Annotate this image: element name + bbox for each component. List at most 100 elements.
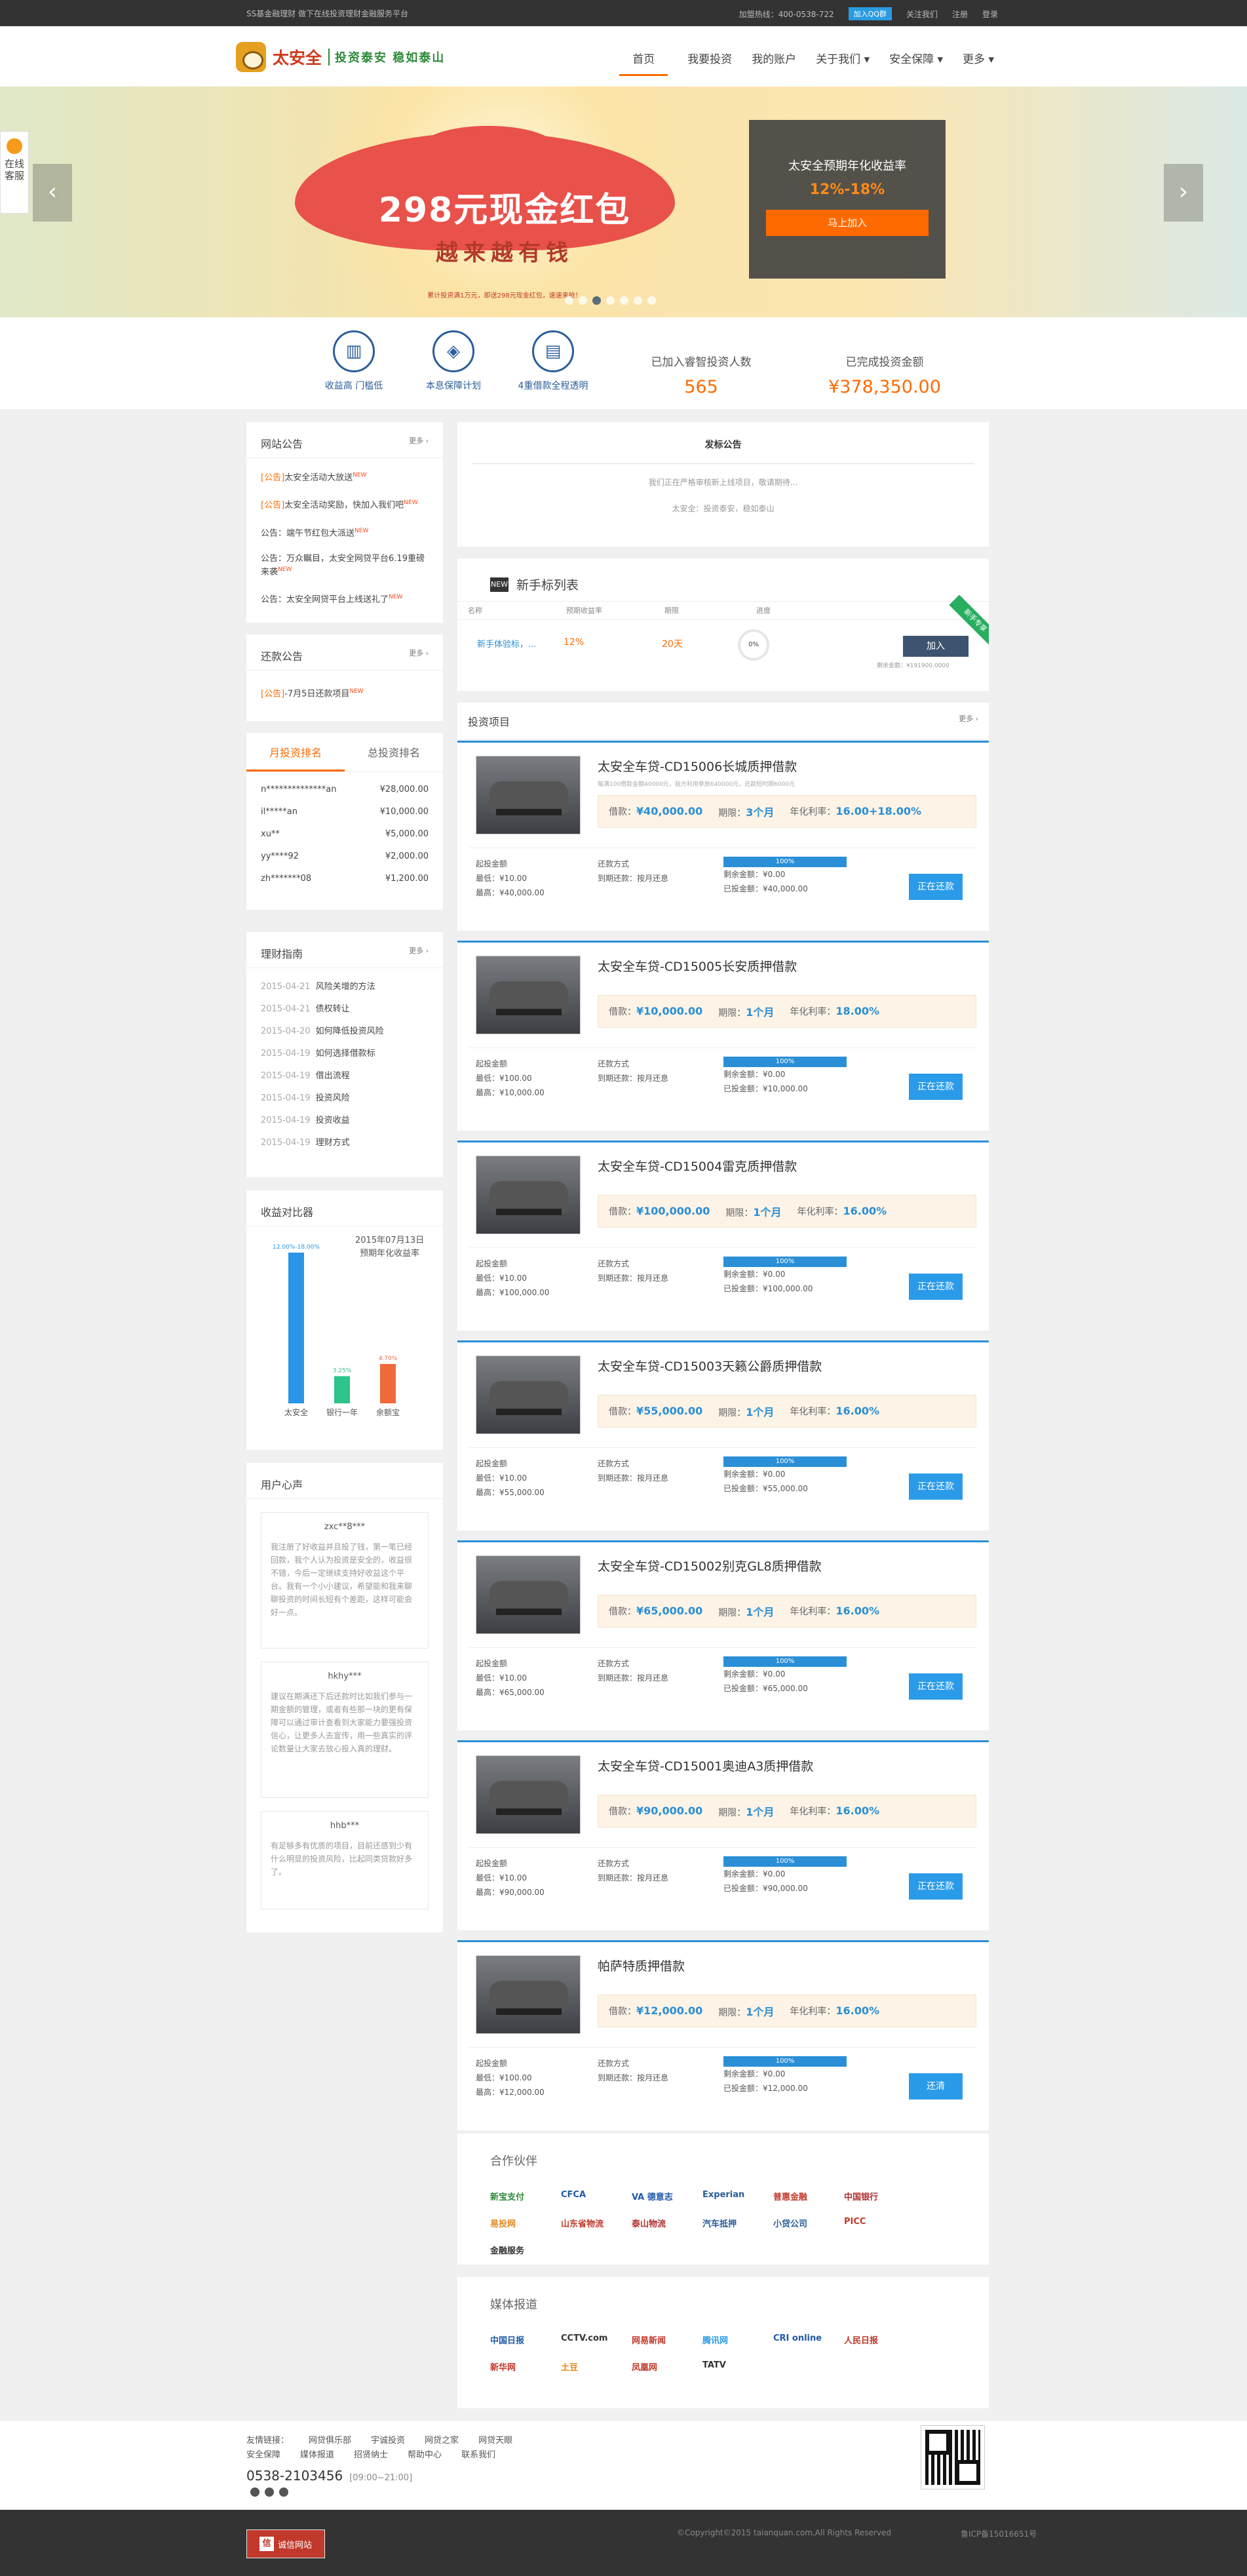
media-logo[interactable]: 新华网 xyxy=(490,2358,543,2375)
nav-account[interactable]: 我的账户 xyxy=(752,50,796,76)
follow-link[interactable]: 关注我们 xyxy=(906,9,938,20)
notice-item[interactable]: [公告]-7月5日还款项目NEW xyxy=(246,684,443,702)
repaying-button[interactable]: 正在还款 xyxy=(909,1873,963,1900)
car-photo[interactable] xyxy=(476,1755,581,1834)
repaying-button[interactable]: 还清 xyxy=(909,2073,963,2099)
notice-item[interactable]: 公告：端午节红包大派送NEW xyxy=(246,523,443,541)
guide-item[interactable]: 2015-04-21 风险关增的方法 xyxy=(246,976,443,998)
loan-title[interactable]: 太安全车贷-CD15006长城质押借款 xyxy=(598,757,797,775)
car-photo[interactable] xyxy=(476,1555,581,1634)
notice-item[interactable]: 公告：太安全网贷平台上线送礼了NEW xyxy=(246,589,443,608)
newbie-link[interactable]: 新手体验标，... xyxy=(477,637,536,650)
media-logo[interactable]: TATV xyxy=(702,2358,755,2375)
notice-item[interactable]: [公告]太安全活动奖励，快加入我们吧NEW xyxy=(246,495,443,513)
car-photo[interactable] xyxy=(476,1955,581,2034)
partners-logo[interactable]: VA 德意志 xyxy=(632,2187,684,2205)
footer-link[interactable]: 网贷俱乐部 xyxy=(309,2436,351,2446)
guide-item[interactable]: 2015-04-19 投资收益 xyxy=(246,1110,443,1132)
media-logo[interactable]: CCTV.com xyxy=(561,2331,613,2349)
guide-item[interactable]: 2015-04-19 借出流程 xyxy=(246,1065,443,1087)
footer-link[interactable]: 帮助中心 xyxy=(408,2450,442,2460)
banner-next-arrow[interactable]: › xyxy=(1164,164,1203,222)
tab-total-rank[interactable]: 总投资排名 xyxy=(345,733,443,771)
banner-dot[interactable] xyxy=(647,296,656,305)
wechat-icon[interactable] xyxy=(265,2488,274,2497)
partners-logo[interactable]: 汽车抵押 xyxy=(702,2214,755,2232)
loan-card[interactable]: 帕萨特质押借款 借款：¥12,000.00 期限：1个月 年化利率：16.00% 起投金… xyxy=(457,1940,989,2130)
partners-logo[interactable]: PICC xyxy=(844,2214,896,2232)
banner-dot[interactable] xyxy=(634,296,642,305)
partners-logo[interactable]: 山东省物流 xyxy=(561,2214,613,2232)
footer-link[interactable]: 安全保障 xyxy=(246,2450,280,2460)
loan-title[interactable]: 太安全车贷-CD15003天籁公爵质押借款 xyxy=(598,1357,822,1375)
repaying-button[interactable]: 正在还款 xyxy=(909,1274,963,1300)
hero-banner[interactable]: 298元现金红包 越来越有钱 累计投资满1万元，即送298元现金红包，速速来抢！ xyxy=(0,87,1247,317)
car-photo[interactable] xyxy=(476,1356,581,1434)
media-logo[interactable]: 腾讯网 xyxy=(702,2331,755,2349)
footer-link[interactable]: 网贷之家 xyxy=(425,2436,459,2446)
partners-logo[interactable]: 金融服务 xyxy=(490,2241,543,2259)
repaying-button[interactable]: 正在还款 xyxy=(909,874,963,900)
nav-about[interactable]: 关于我们 ▾ xyxy=(816,50,870,76)
footer-link[interactable]: 媒体报道 xyxy=(300,2450,334,2460)
repaying-button[interactable]: 正在还款 xyxy=(909,1673,963,1700)
more-link[interactable]: 更多 › xyxy=(409,435,429,451)
more-link[interactable]: 更多 › xyxy=(959,713,978,729)
guide-item[interactable]: 2015-04-19 投资风险 xyxy=(246,1087,443,1110)
repaying-button[interactable]: 正在还款 xyxy=(909,1074,963,1100)
loan-title[interactable]: 太安全车贷-CD15004雷克质押借款 xyxy=(598,1157,797,1175)
banner-dot[interactable] xyxy=(620,296,628,305)
tab-monthly-rank[interactable]: 月投资排名 xyxy=(246,733,345,771)
loan-card[interactable]: 太安全车贷-CD15001奥迪A3质押借款 借款：¥90,000.00 期限：1个月… xyxy=(457,1740,989,1930)
car-photo[interactable] xyxy=(476,1156,581,1234)
nav-more[interactable]: 更多 ▾ xyxy=(963,50,994,76)
media-logo[interactable]: 网易新闻 xyxy=(632,2331,684,2349)
partners-logo[interactable]: 易投网 xyxy=(490,2214,543,2232)
mail-icon[interactable] xyxy=(279,2488,288,2497)
partners-logo[interactable]: 小贷公司 xyxy=(773,2214,826,2232)
loan-title[interactable]: 帕萨特质押借款 xyxy=(598,1957,685,1974)
media-logo[interactable]: 凤凰网 xyxy=(632,2358,684,2375)
media-logo[interactable]: CRI online xyxy=(773,2331,826,2349)
login-link[interactable]: 登录 xyxy=(982,9,998,20)
banner-dot[interactable] xyxy=(592,296,601,305)
media-logo[interactable]: 土豆 xyxy=(561,2358,613,2375)
loan-title[interactable]: 太安全车贷-CD15005长安质押借款 xyxy=(598,957,797,975)
nav-invest[interactable]: 我要投资 xyxy=(687,50,732,76)
register-link[interactable]: 注册 xyxy=(952,9,968,20)
guide-item[interactable]: 2015-04-19 如何选择借款标 xyxy=(246,1043,443,1065)
partners-logo[interactable]: CFCA xyxy=(561,2187,613,2205)
guide-item[interactable]: 2015-04-20 如何降低投资风险 xyxy=(246,1021,443,1043)
notice-item[interactable]: 公告：万众瞩目，太安全网贷平台6.19重磅来袭NEW xyxy=(246,551,443,580)
partners-logo[interactable]: 新宝支付 xyxy=(490,2187,543,2205)
car-photo[interactable] xyxy=(476,756,581,834)
nav-security[interactable]: 安全保障 ▾ xyxy=(889,50,943,76)
nav-home[interactable]: 首页 xyxy=(619,50,668,76)
banner-dot[interactable] xyxy=(565,296,573,305)
loan-card[interactable]: 太安全车贷-CD15006长城质押借款 每满100借款金额40000元，我方利用参… xyxy=(457,741,989,931)
online-service-tab[interactable]: 在线客服 xyxy=(0,131,29,214)
footer-link[interactable]: 网贷天眼 xyxy=(478,2436,512,2446)
partners-logo[interactable]: 泰山物流 xyxy=(632,2214,684,2232)
loan-card[interactable]: 太安全车贷-CD15003天籁公爵质押借款 借款：¥55,000.00 期限：1个月… xyxy=(457,1340,989,1531)
footer-link[interactable]: 联系我们 xyxy=(461,2450,495,2460)
footer-link[interactable]: 宇诚投资 xyxy=(371,2436,405,2446)
loan-card[interactable]: 太安全车贷-CD15005长安质押借款 借款：¥10,000.00 期限：1个月 年化… xyxy=(457,941,989,1131)
join-newbie-button[interactable]: 加入 xyxy=(903,636,969,657)
loan-title[interactable]: 太安全车贷-CD15002别克GL8质押借款 xyxy=(598,1557,822,1574)
banner-prev-arrow[interactable]: ‹ xyxy=(33,164,72,222)
notice-item[interactable]: [公告]太安全活动大放送NEW xyxy=(246,467,443,486)
partners-logo[interactable]: 普惠金融 xyxy=(773,2187,826,2205)
media-logo[interactable]: 人民日报 xyxy=(844,2331,896,2349)
guide-item[interactable]: 2015-04-21 债权转让 xyxy=(246,998,443,1021)
more-link[interactable]: 更多 › xyxy=(409,648,429,663)
car-photo[interactable] xyxy=(476,956,581,1034)
qq-group-button[interactable]: 加入QQ群 xyxy=(848,7,892,20)
banner-dot[interactable] xyxy=(579,296,587,305)
banner-dot[interactable] xyxy=(606,296,615,305)
repaying-button[interactable]: 正在还款 xyxy=(909,1473,963,1500)
join-now-button[interactable]: 马上加入 xyxy=(766,210,929,236)
site-logo[interactable]: 太安全 投资泰安 稳如泰山 xyxy=(236,42,445,72)
media-logo[interactable]: 中国日报 xyxy=(490,2331,543,2349)
loan-card[interactable]: 太安全车贷-CD15002别克GL8质押借款 借款：¥65,000.00 期限：1个… xyxy=(457,1540,989,1730)
